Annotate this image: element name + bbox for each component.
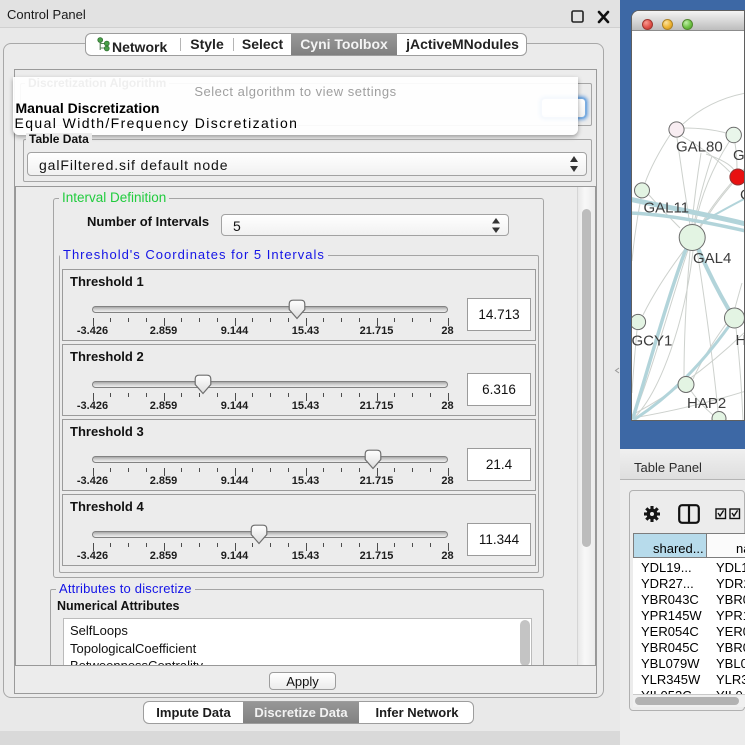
svg-text:GCY1: GCY1: [632, 333, 672, 350]
svg-text:GAL4: GAL4: [693, 250, 731, 267]
svg-text:GAL7: GAL7: [733, 147, 745, 164]
svg-text:GAL80: GAL80: [676, 139, 723, 156]
svg-text:GAL11: GAL11: [644, 200, 690, 217]
svg-text:CY: CY: [740, 187, 745, 204]
svg-text:HIS: HIS: [736, 332, 745, 349]
svg-text:HAP2: HAP2: [687, 395, 726, 412]
